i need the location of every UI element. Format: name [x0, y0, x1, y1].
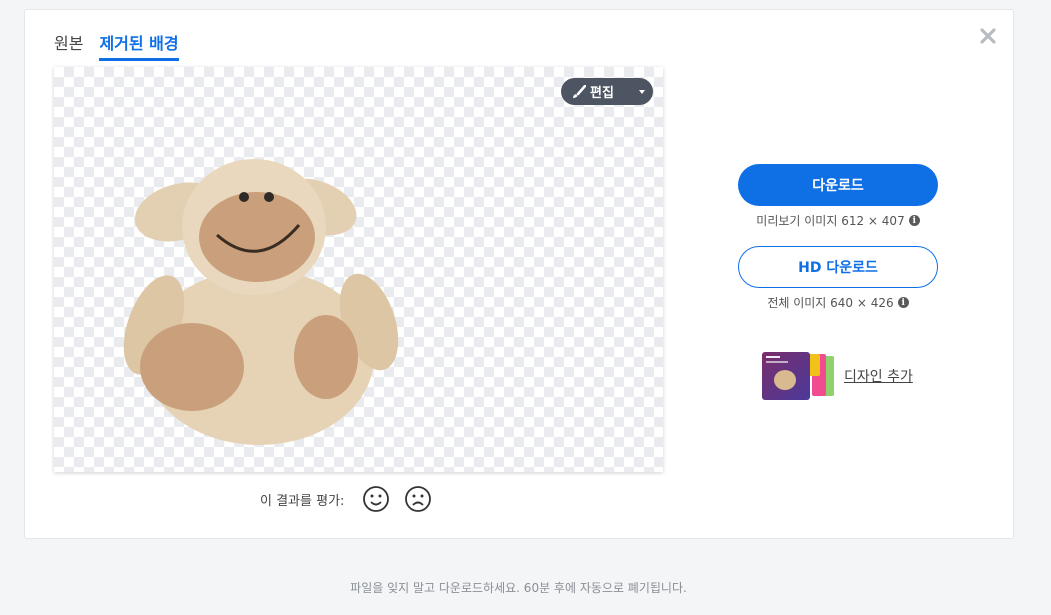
tab-removed-background[interactable]: 제거된 배경	[99, 30, 179, 61]
caret-down-icon[interactable]	[639, 89, 645, 94]
preview-image-caption: 미리보기 이미지 612 × 407	[756, 214, 905, 228]
hd-download-button[interactable]: HD 다운로드	[738, 246, 938, 288]
teddy-image	[123, 159, 399, 445]
info-icon[interactable]: i	[908, 215, 920, 226]
info-icon[interactable]: i	[897, 297, 909, 308]
full-image-info: 전체 이미지 640 × 426 i	[738, 294, 938, 311]
preview-image-info: 미리보기 이미지 612 × 407 i	[738, 212, 938, 229]
add-design-label: 디자인 추가	[844, 369, 913, 385]
frown-icon[interactable]	[404, 485, 432, 513]
add-design-link[interactable]: 디자인 추가	[762, 352, 913, 400]
image-preview	[54, 67, 663, 472]
tab-original[interactable]: 원본	[54, 30, 83, 61]
full-image-caption: 전체 이미지 640 × 426	[767, 296, 894, 310]
brush-icon	[572, 84, 586, 99]
edit-label: 편집	[590, 86, 614, 101]
expiry-notice: 파일을 잊지 말고 다운로드하세요. 60분 후에 자동으로 폐기됩니다.	[350, 581, 687, 595]
rating-label: 이 결과를 평가:	[260, 493, 345, 509]
rating-bar: 이 결과를 평가:	[260, 485, 432, 513]
edit-button[interactable]: 편집	[561, 78, 653, 105]
design-thumbnail	[762, 352, 836, 400]
smile-icon[interactable]	[362, 485, 390, 513]
view-tabs: 원본 제거된 배경	[54, 30, 179, 61]
close-icon[interactable]	[978, 26, 998, 46]
download-button[interactable]: 다운로드	[738, 164, 938, 206]
